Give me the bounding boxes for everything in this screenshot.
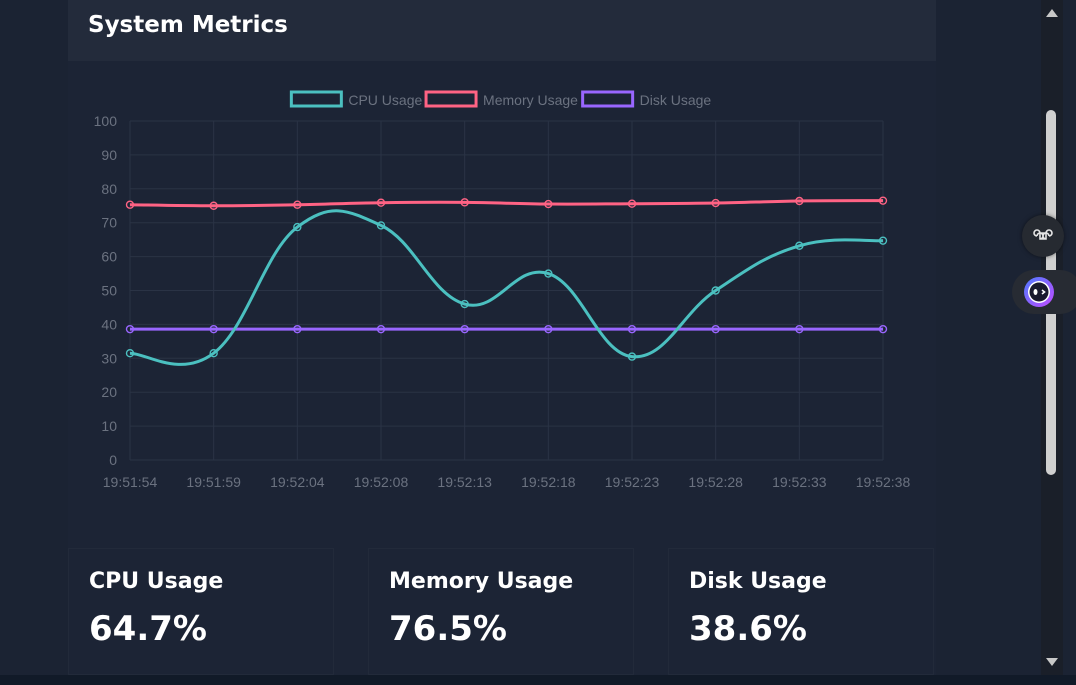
y-tick-label: 90: [101, 147, 117, 163]
metrics-line-chart: 0 10 20 30 40 50 60 70 80 90 100 19:51:54 19:51:59 19…: [94, 90, 911, 490]
series-line: [129, 199, 884, 208]
y-tick-label: 100: [94, 113, 118, 129]
x-tick-label: 19:52:38: [856, 474, 911, 490]
x-tick-label: 19:52:13: [437, 474, 492, 490]
scroll-down-arrow-icon[interactable]: [1046, 658, 1058, 666]
legend-label: Memory Usage: [483, 92, 578, 108]
x-tick-label: 19:52:08: [354, 474, 409, 490]
app-root: System Metrics 0 10 20 30 40 50 60 70 80 90 100 19:…: [0, 0, 1076, 685]
assistant-button[interactable]: [1012, 270, 1076, 314]
metric-card-cpu: CPU Usage 64.7%: [68, 548, 334, 675]
metric-card-value: 38.6%: [689, 609, 807, 649]
metric-card-memory: Memory Usage 76.5%: [368, 548, 634, 675]
assistant-face-icon: [1024, 277, 1054, 307]
legend-swatch: [424, 90, 478, 108]
x-tick-label: 19:52:04: [270, 474, 325, 490]
legend-swatch: [289, 90, 343, 108]
y-tick-label: 50: [101, 283, 117, 299]
legend-label: Disk Usage: [640, 92, 712, 108]
metric-card-value: 64.7%: [89, 609, 207, 649]
x-tick-label: 19:52:18: [521, 474, 576, 490]
x-tick-label: 19:52:23: [605, 474, 660, 490]
legend-label: CPU Usage: [348, 92, 422, 108]
scroll-up-arrow-icon[interactable]: [1046, 9, 1058, 17]
y-tick-label: 70: [101, 215, 117, 231]
x-tick-label: 19:51:59: [186, 474, 241, 490]
metric-cards: CPU Usage 64.7% Memory Usage 76.5% Disk …: [68, 548, 936, 675]
y-tick-label: 80: [101, 181, 117, 197]
shortcut-button[interactable]: [1022, 215, 1064, 257]
x-tick-label: 19:51:54: [103, 474, 158, 490]
metric-card-value: 76.5%: [389, 609, 507, 649]
vertical-scrollbar[interactable]: [1041, 0, 1063, 675]
command-icon: [1033, 229, 1053, 240]
metric-card-label: CPU Usage: [89, 569, 224, 594]
series-line: [129, 209, 884, 366]
y-tick-label: 20: [101, 384, 117, 400]
legend-swatch: [581, 90, 635, 108]
x-tick-label: 19:52:33: [772, 474, 827, 490]
bottom-edge: [0, 675, 1076, 685]
metric-card-label: Memory Usage: [389, 569, 574, 594]
metric-card-disk: Disk Usage 38.6%: [668, 548, 934, 675]
y-tick-label: 60: [101, 249, 117, 265]
y-tick-label: 10: [101, 418, 117, 434]
y-tick-label: 0: [109, 452, 117, 468]
y-tick-label: 30: [101, 350, 117, 366]
y-tick-label: 40: [101, 316, 117, 332]
metric-card-label: Disk Usage: [689, 569, 827, 594]
x-tick-label: 19:52:28: [688, 474, 743, 490]
